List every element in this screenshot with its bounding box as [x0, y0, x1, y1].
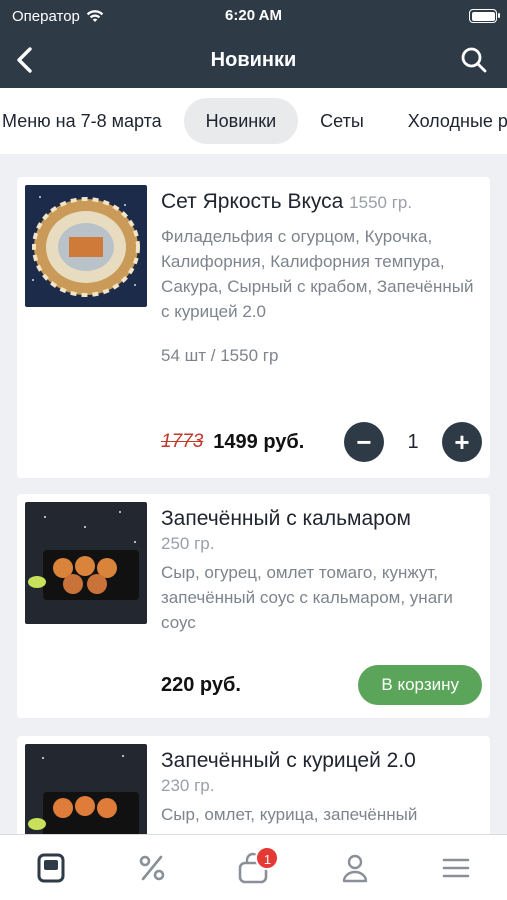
product-card[interactable]: Запечённый с кальмаром 250 гр. Сыр, огур…: [17, 494, 490, 718]
tab-march-menu[interactable]: Меню на 7-8 марта: [0, 98, 184, 144]
product-description: Сыр, огурец, омлет томаго, кунжут, запеч…: [161, 563, 453, 632]
battery-icon: [469, 9, 500, 23]
tab-cold-rolls[interactable]: Холодные роллы: [386, 98, 507, 144]
page-title: Новинки: [210, 48, 297, 71]
product-price: 1499 руб.: [213, 430, 305, 453]
product-price: 220 руб.: [161, 673, 241, 696]
nav-promotions[interactable]: [132, 848, 172, 888]
add-to-cart-button[interactable]: В корзину: [358, 665, 482, 705]
product-info: Запечённый с кальмаром 250 гр. Сыр, огур…: [161, 504, 480, 635]
product-title: Запечённый с курицей 2.0: [161, 749, 416, 772]
product-description: Филадельфия с огурцом, Курочка, Калифорн…: [161, 227, 474, 321]
product-weight: 1550 гр.: [349, 193, 413, 212]
product-weight: 250 гр.: [161, 534, 215, 553]
nav-profile[interactable]: [335, 848, 375, 888]
menu-icon: [37, 853, 65, 882]
nav-menu[interactable]: [31, 848, 71, 888]
navbar: Новинки: [0, 32, 507, 88]
cart-badge: 1: [255, 845, 280, 870]
tab-sets[interactable]: Сеты: [298, 98, 386, 144]
product-description: Сыр, омлет, курица, запечённый: [161, 805, 418, 824]
quantity-stepper: − 1 +: [344, 422, 482, 462]
product-info: Сет Яркость Вкуса 1550 гр. Филадельфия с…: [161, 187, 480, 366]
product-title: Сет Яркость Вкуса: [161, 190, 344, 213]
product-card[interactable]: Сет Яркость Вкуса 1550 гр. Филадельфия с…: [17, 177, 490, 478]
price-row: 1773 1499 руб. − 1 +: [161, 422, 482, 462]
wifi-icon: [86, 10, 104, 22]
product-weight: 230 гр.: [161, 776, 215, 795]
hamburger-icon: [442, 858, 470, 877]
product-image: [25, 185, 147, 307]
minus-button[interactable]: −: [344, 422, 384, 462]
product-info: Запечённый с курицей 2.0 230 гр. Сыр, ом…: [161, 746, 480, 827]
category-tabs: Меню на 7-8 марта Новинки Сеты Холодные …: [0, 88, 507, 154]
product-title: Запечённый с кальмаром: [161, 507, 411, 530]
bottom-nav: 1: [0, 834, 507, 900]
product-image: [25, 502, 147, 624]
nav-cart[interactable]: 1: [233, 845, 280, 888]
nav-more[interactable]: [436, 848, 476, 888]
search-icon[interactable]: [459, 45, 489, 75]
header: Оператор 6:20 AM Новинки: [0, 0, 507, 88]
profile-icon: [342, 854, 368, 882]
price-row: 220 руб. В корзину: [161, 665, 482, 705]
back-arrow-icon[interactable]: [10, 44, 42, 76]
old-price: 1773: [161, 431, 204, 452]
plus-button[interactable]: +: [442, 422, 482, 462]
status-bar: Оператор 6:20 AM: [0, 0, 507, 32]
product-pieces: 54 шт / 1550 гр: [161, 346, 279, 365]
product-name: Сет Яркость Вкуса 1550 гр.: [161, 187, 480, 218]
percent-icon: [139, 855, 165, 880]
quantity-value: 1: [407, 430, 419, 453]
tab-new[interactable]: Новинки: [183, 98, 299, 144]
carrier-label: Оператор: [12, 7, 80, 25]
